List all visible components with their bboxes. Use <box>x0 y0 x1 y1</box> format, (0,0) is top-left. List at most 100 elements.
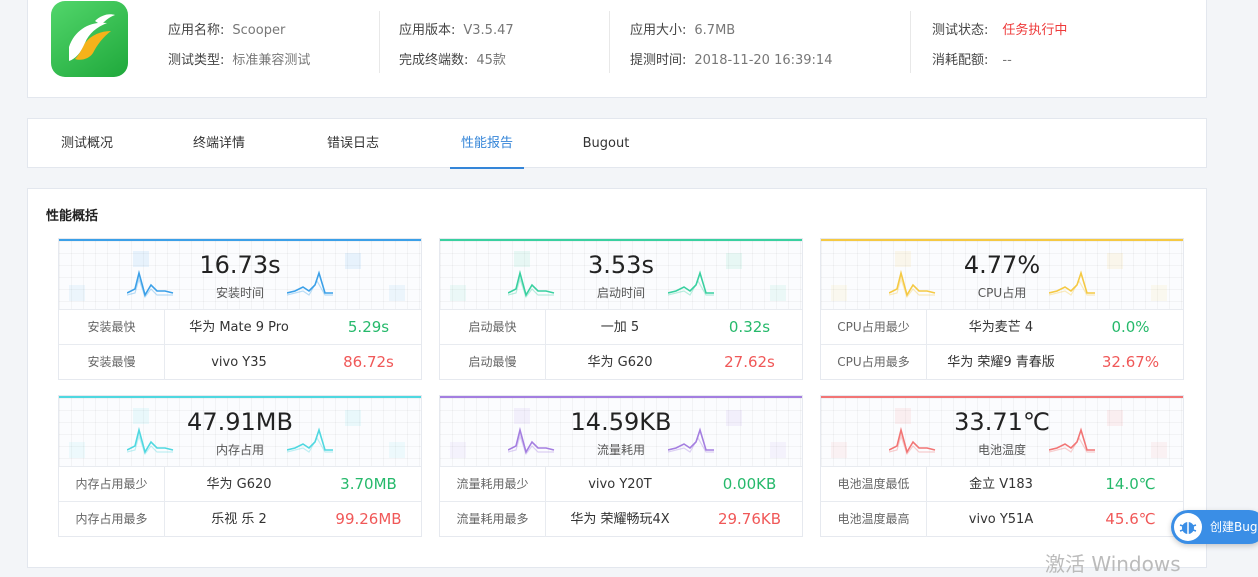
app-name-label: 应用名称: <box>168 23 225 38</box>
test-type-value: 标准兼容测试 <box>232 53 311 68</box>
metric-row-best: 内存占用最少 华为 G620 3.70MB <box>59 466 421 502</box>
row-key: CPU占用最少 <box>821 310 927 345</box>
test-status-label: 测试状态: <box>932 23 989 38</box>
metric-card-traffic: 14.59KB 流量耗用 流量耗用最少 vivo Y20T 0.00KB 流量耗用最多 华为… <box>439 395 803 537</box>
metric-card-memory: 47.91MB 内存占用内存占用最少 华为 G620 3.70MB 内存占用最多 乐视 乐… <box>58 395 422 537</box>
app-size-label: 应用大小: <box>630 23 687 38</box>
devices-done-label: 完成终端数: <box>399 53 469 68</box>
create-bug-button[interactable]: 创建Bug <box>1171 510 1258 544</box>
metric-row-best: CPU占用最少 华为麦芒 4 0.0% <box>821 309 1183 345</box>
metric-row-worst: 流量耗用最多 华为 荣耀畅玩4X 29.76KB <box>440 501 802 537</box>
metric-header: 33.71℃ 电池温度 <box>821 396 1183 466</box>
row-value: 45.6℃ <box>1105 510 1156 528</box>
devices-done-value: 45款 <box>476 53 506 68</box>
bug-icon <box>1174 513 1202 541</box>
row-device: 华为麦芒 4 <box>968 320 1034 335</box>
metric-header: 4.77% CPU占用 <box>821 239 1183 309</box>
metric-value: 3.53s <box>588 251 654 279</box>
tab-bugout[interactable]: Bugout <box>581 119 631 167</box>
row-value: 99.26MB <box>335 510 402 528</box>
row-key: 安装最快 <box>59 310 165 345</box>
row-key: 内存占用最少 <box>59 467 165 502</box>
submit-time-label: 提测时间: <box>630 53 687 68</box>
metric-card-cpu: 4.77% CPU占用 CPU占用最少 华为麦芒 4 0.0% CPU占用最多 华为 荣耀9… <box>820 238 1184 380</box>
metric-row-worst: CPU占用最多 华为 荣耀9 青春版 32.67% <box>821 344 1183 380</box>
row-value: 3.70MB <box>340 475 397 493</box>
row-key: 内存占用最多 <box>59 502 165 537</box>
row-value: 0.0% <box>1111 318 1150 336</box>
row-device: 华为 G620 <box>587 355 653 370</box>
row-device: 华为 G620 <box>206 477 272 492</box>
metric-row-worst: 启动最慢 华为 G620 27.62s <box>440 344 802 380</box>
row-device: 华为 Mate 9 Pro <box>189 320 289 335</box>
metric-label: CPU占用 <box>977 286 1027 300</box>
activation-watermark: 激活 Windows <box>1045 552 1181 576</box>
quota-label: 消耗配额: <box>932 53 989 68</box>
metric-label: 安装时间 <box>215 286 264 300</box>
app-size-value: 6.7MB <box>694 23 736 38</box>
metric-row-worst: 安装最慢 vivo Y35 86.72s <box>59 344 421 380</box>
metric-value: 47.91MB <box>187 408 293 436</box>
divider <box>379 11 380 73</box>
section-title: 性能概括 <box>46 209 99 224</box>
metric-value: 14.59KB <box>570 408 672 436</box>
row-device: vivo Y20T <box>588 477 652 492</box>
metric-card-battery: 33.71℃ 电池温度电池温度最低 金立 V183 14.0℃ 电池温度最高 vivo Y… <box>820 395 1184 537</box>
metric-value: 33.71℃ <box>954 408 1050 436</box>
app-name-value: Scooper <box>232 23 286 38</box>
info-col-4: 测试状态: 任务执行中 消耗配额: -- <box>932 16 1067 76</box>
performance-summary-card: 性能概括 16.73s 安装时间安装最快 华为 Mate 9 Pro 5.29s 安装最… <box>27 188 1207 568</box>
create-bug-label: 创建Bug <box>1210 520 1258 534</box>
row-key: 电池温度最低 <box>821 467 927 502</box>
info-col-3: 应用大小: 6.7MB 提测时间: 2018-11-20 16:39:14 <box>630 16 832 76</box>
metric-row-best: 启动最快 一加 5 0.32s <box>440 309 802 345</box>
tab-error-log[interactable]: 错误日志 <box>325 119 381 167</box>
metric-card-startup: 3.53s 启动时间 启动最快 一加 5 0.32s 启动最慢 华为 G620 27.62s <box>439 238 803 380</box>
row-device: 华为 荣耀9 青春版 <box>947 355 1055 370</box>
row-device: vivo Y51A <box>968 512 1034 527</box>
metric-label: 电池温度 <box>977 443 1026 457</box>
metric-row-worst: 电池温度最高 vivo Y51A 45.6℃ <box>821 501 1183 537</box>
metric-header: 16.73s 安装时间 <box>59 239 421 309</box>
row-key: 启动最快 <box>440 310 546 345</box>
row-key: 安装最慢 <box>59 345 165 380</box>
row-value: 29.76KB <box>717 510 782 528</box>
metric-header: 47.91MB 内存占用 <box>59 396 421 466</box>
metric-value: 4.77% <box>963 251 1041 279</box>
info-col-1: 应用名称: Scooper 测试类型: 标准兼容测试 <box>168 16 310 76</box>
row-key: 流量耗用最少 <box>440 467 546 502</box>
divider <box>910 11 911 73</box>
metric-value: 16.73s <box>199 251 281 279</box>
metric-label: 启动时间 <box>596 286 645 300</box>
row-value: 14.0℃ <box>1105 475 1156 493</box>
row-value: 86.72s <box>343 353 394 371</box>
row-value: 0.00KB <box>722 475 777 493</box>
metric-row-best: 电池温度最低 金立 V183 14.0℃ <box>821 466 1183 502</box>
row-device: 华为 荣耀畅玩4X <box>570 512 670 527</box>
row-key: 电池温度最高 <box>821 502 927 537</box>
tab-performance-report[interactable]: 性能报告 <box>450 119 524 169</box>
row-value: 5.29s <box>347 318 390 336</box>
metric-label: 内存占用 <box>215 443 264 457</box>
app-version-value: V3.5.47 <box>463 23 514 38</box>
metric-header: 3.53s 启动时间 <box>440 239 802 309</box>
row-device: 金立 V183 <box>969 477 1033 492</box>
row-value: 0.32s <box>728 318 771 336</box>
row-key: 启动最慢 <box>440 345 546 380</box>
info-col-2: 应用版本: V3.5.47 完成终端数: 45款 <box>399 16 514 76</box>
report-tabs: 测试概况 终端详情 错误日志 性能报告 Bugout <box>27 118 1207 169</box>
test-status-value: 任务执行中 <box>1002 23 1068 38</box>
tab-overview[interactable]: 测试概况 <box>59 119 115 167</box>
row-device: 一加 5 <box>600 320 640 335</box>
test-type-label: 测试类型: <box>168 53 225 68</box>
metric-card-install: 16.73s 安装时间安装最快 华为 Mate 9 Pro 5.29s 安装最慢 vivo… <box>58 238 422 380</box>
submit-time-value: 2018-11-20 16:39:14 <box>694 53 833 68</box>
row-value: 32.67% <box>1101 353 1160 371</box>
row-key: CPU占用最多 <box>821 345 927 380</box>
row-device: 乐视 乐 2 <box>211 512 267 527</box>
metric-label: 流量耗用 <box>596 443 645 457</box>
divider <box>609 11 610 73</box>
row-device: vivo Y35 <box>211 355 267 370</box>
tab-device-details[interactable]: 终端详情 <box>191 119 247 167</box>
quota-value: -- <box>1002 53 1012 68</box>
